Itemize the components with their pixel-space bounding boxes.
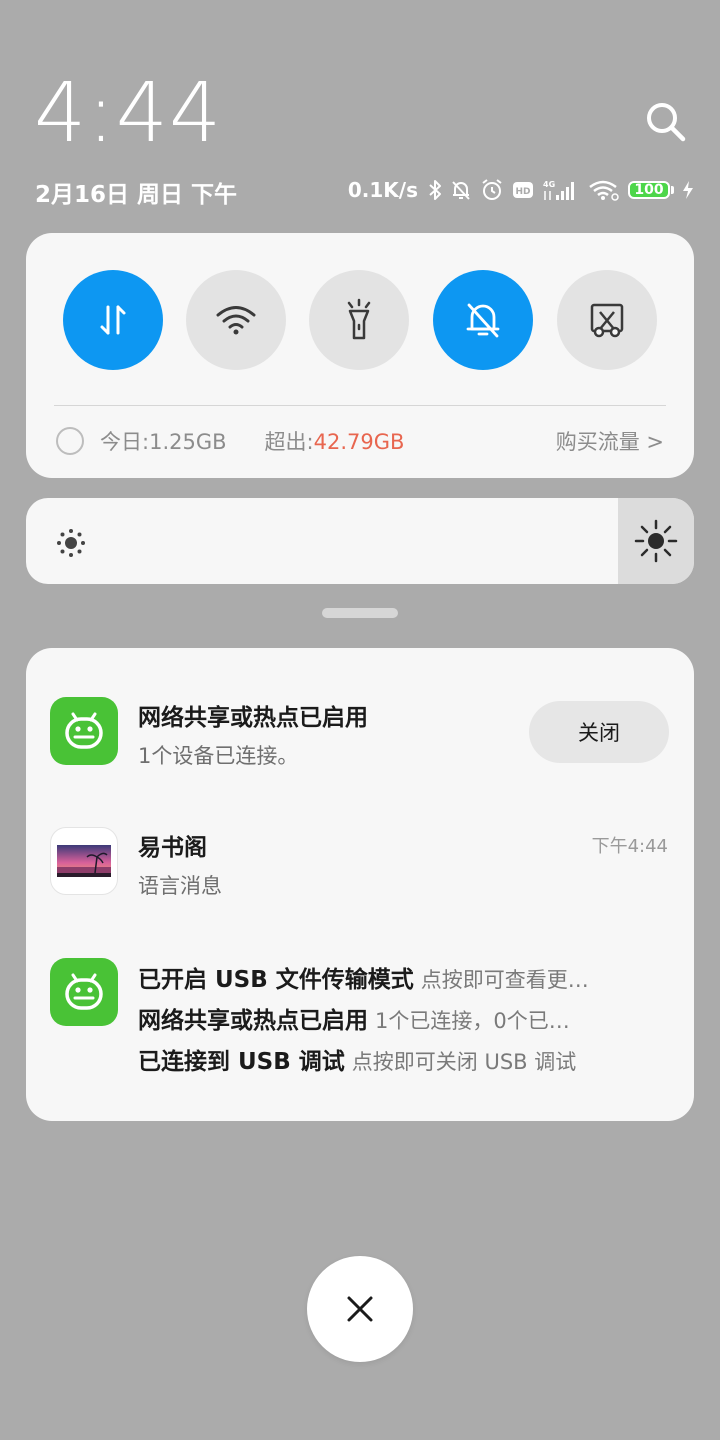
divider [54, 405, 666, 406]
notifications-panel: 网络共享或热点已启用 1个设备已连接。 关闭 易书阁 语言消息 下午4:44 已… [26, 648, 694, 1121]
notification-line[interactable]: 已开启 USB 文件传输模式 点按即可查看更… [138, 960, 658, 994]
notification-line[interactable]: 网络共享或热点已启用 1个已连接，0个已… [138, 1001, 658, 1035]
notification-time: 下午4:44 [591, 836, 668, 857]
charging-icon [683, 181, 693, 199]
bluetooth-icon [429, 180, 441, 200]
over-usage: 超出:42.79GB [264, 430, 405, 454]
notification-title: 易书阁 [138, 835, 207, 861]
app-thumbnail [50, 827, 118, 895]
mute-bell-icon [452, 181, 470, 200]
close-hotspot-button[interactable]: 关闭 [529, 701, 669, 763]
close-icon [347, 1296, 373, 1322]
brightness-low-icon [57, 529, 85, 557]
hd-label: HD [515, 187, 530, 197]
flashlight-icon [347, 298, 371, 340]
battery-level: 100 [628, 181, 670, 199]
brightness-thumb[interactable] [618, 498, 694, 584]
battery-icon: 100 [628, 181, 674, 199]
wifi-toggle[interactable] [186, 270, 286, 370]
status-bar: 0.1K/s HD 4G 100 [348, 175, 694, 205]
android-icon [50, 697, 118, 765]
alarm-icon [482, 179, 502, 200]
search-icon [647, 103, 686, 142]
flashlight-toggle[interactable] [309, 270, 409, 370]
mobile-data-icon [100, 305, 126, 335]
notification-subtitle: 语言消息 [138, 874, 222, 898]
clock: 4:44 [34, 66, 223, 161]
clear-all-button[interactable] [307, 1256, 413, 1362]
usage-circle-icon [56, 427, 84, 455]
screenshot-toggle[interactable] [557, 270, 657, 370]
brightness-slider[interactable] [26, 498, 694, 584]
quick-settings-panel: 今日:1.25GB 超出:42.79GB 购买流量 > [26, 233, 694, 478]
hd-icon: HD [513, 182, 533, 198]
silent-toggle[interactable] [433, 270, 533, 370]
notification-line[interactable]: 已连接到 USB 调试 点按即可关闭 USB 调试 [138, 1042, 658, 1076]
net-speed: 0.1K/s [347, 178, 418, 202]
screenshot-icon [590, 303, 624, 338]
today-usage: 今日:1.25GB [100, 430, 227, 454]
notification-title: 网络共享或热点已启用 [138, 705, 368, 731]
brightness-high-icon [634, 519, 678, 563]
wifi-hotspot-icon [589, 180, 619, 201]
search-button[interactable] [640, 96, 692, 148]
signal-icon: 4G [543, 180, 574, 200]
mobile-data-toggle[interactable] [63, 270, 163, 370]
android-icon [50, 958, 118, 1026]
drag-handle[interactable] [322, 608, 398, 618]
buy-data-link[interactable]: 购买流量 > [556, 426, 664, 456]
date-label: 2月16日 周日 下午 [35, 182, 238, 208]
wifi-icon [216, 306, 256, 335]
data-usage-row: 今日:1.25GB 超出:42.79GB 购买流量 > [56, 421, 664, 461]
network-label: 4G [543, 180, 555, 189]
mute-bell-icon [466, 303, 500, 338]
notification-subtitle: 1个设备已连接。 [138, 744, 299, 768]
